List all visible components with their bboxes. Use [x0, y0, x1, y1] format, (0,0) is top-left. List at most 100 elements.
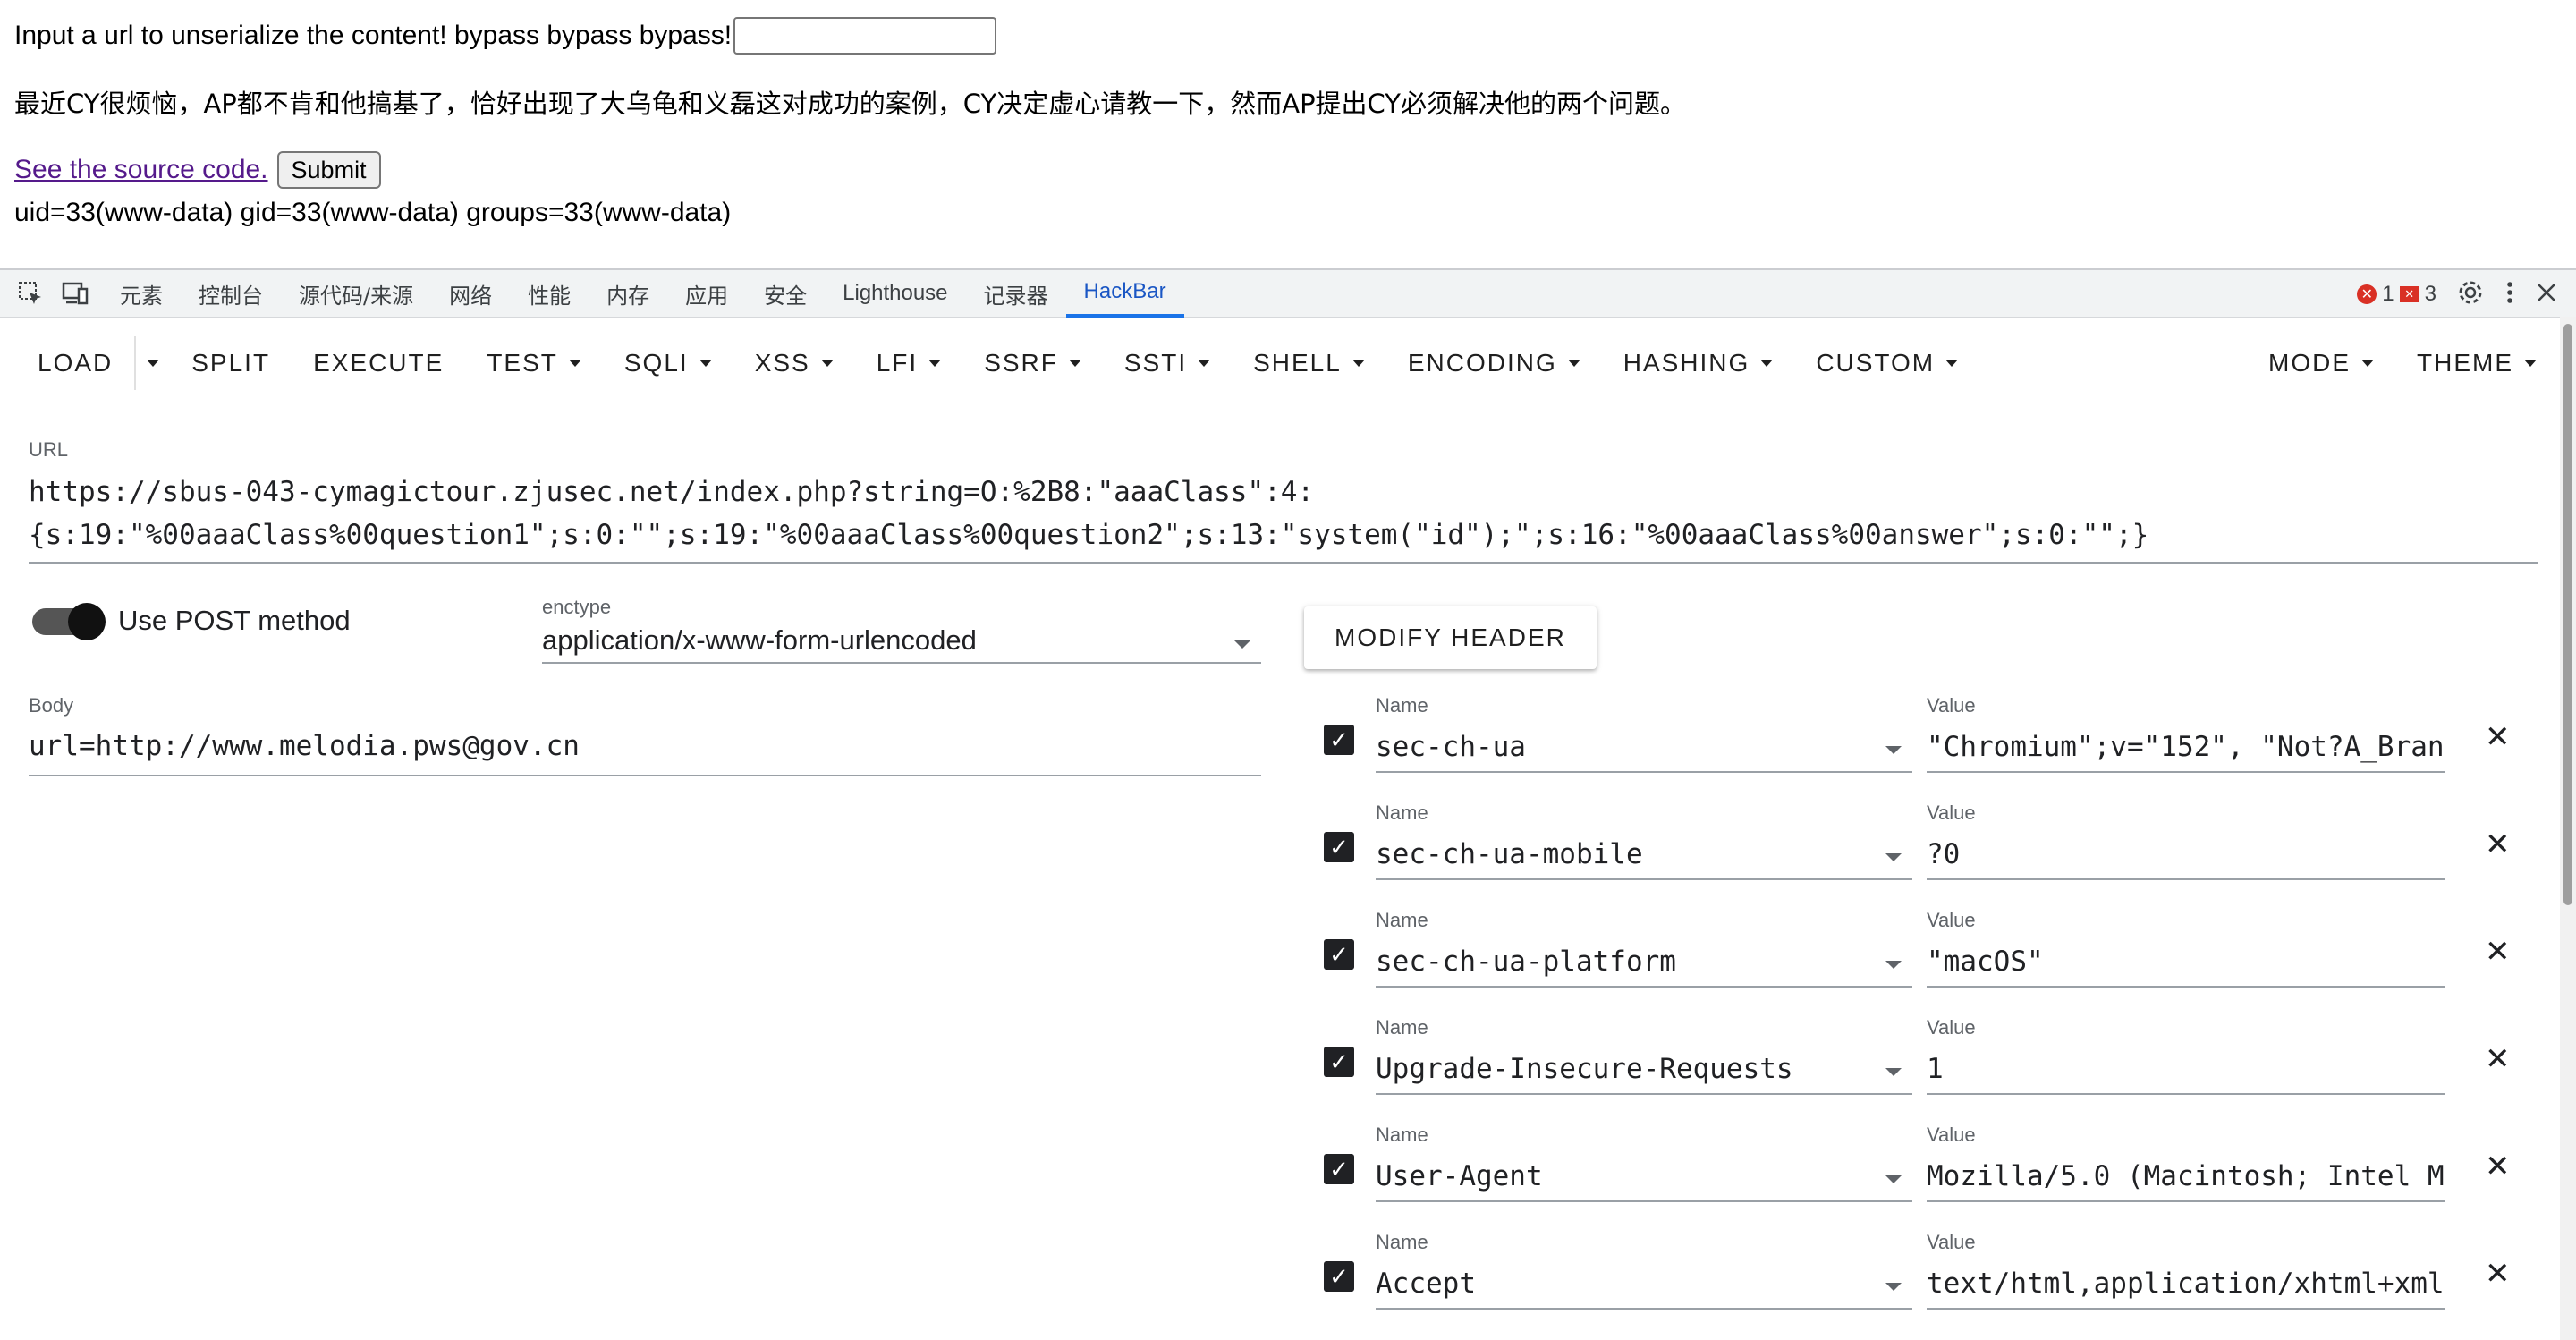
menu-hashing[interactable]: HASHING — [1602, 336, 1795, 390]
chevron-down-icon — [568, 360, 581, 367]
remove-header-icon[interactable]: ✕ — [2485, 934, 2511, 970]
menu-xss[interactable]: XSS — [733, 336, 855, 390]
load-dropdown-icon[interactable] — [136, 336, 170, 390]
error-badge[interactable]: ✕ 1 ✕ 3 — [2357, 282, 2436, 307]
url-label: URL — [29, 438, 69, 461]
source-code-link[interactable]: See the source code. — [14, 150, 268, 190]
load-button[interactable]: LOAD — [16, 336, 134, 390]
post-method-label: Use POST method — [118, 605, 351, 636]
header-name-input[interactable]: sec-ch-ua — [1376, 725, 1912, 773]
header-name-input[interactable]: Accept — [1376, 1261, 1912, 1310]
header-value-input[interactable]: Mozilla/5.0 (Macintosh; Intel M — [1927, 1154, 2445, 1202]
menu-ssrf[interactable]: SSRF — [962, 336, 1103, 390]
header-name-field: Name Accept — [1376, 1231, 1912, 1310]
name-label: Name — [1376, 694, 1428, 717]
header-value-input[interactable]: "macOS" — [1927, 939, 2445, 988]
header-name-input[interactable]: sec-ch-ua-platform — [1376, 939, 1912, 988]
menu-label: ENCODING — [1407, 349, 1557, 377]
header-enabled-checkbox[interactable]: ✓ — [1324, 1154, 1354, 1184]
header-enabled-checkbox[interactable]: ✓ — [1324, 1261, 1354, 1292]
body-field: Body url=http://www.melodia.pws@gov.cn — [29, 694, 1261, 776]
menu-encoding[interactable]: ENCODING — [1386, 336, 1602, 390]
menu-ssti[interactable]: SSTI — [1103, 336, 1232, 390]
menu-label: LFI — [876, 349, 919, 377]
header-value-field: Value Mozilla/5.0 (Macintosh; Intel M — [1927, 1124, 2445, 1202]
tab-console[interactable]: 控制台 — [181, 269, 281, 318]
header-enabled-checkbox[interactable]: ✓ — [1324, 725, 1354, 755]
header-row: ✓ Name sec-ch-ua-platform Value "macOS" … — [1320, 909, 2519, 1007]
header-name-input[interactable]: sec-ch-ua-mobile — [1376, 832, 1912, 880]
header-enabled-checkbox[interactable]: ✓ — [1324, 832, 1354, 862]
header-name-input[interactable]: User-Agent — [1376, 1154, 1912, 1202]
remove-header-icon[interactable]: ✕ — [2485, 1149, 2511, 1184]
header-value-input[interactable]: text/html,application/xhtml+xml — [1927, 1261, 2445, 1310]
url-textarea[interactable]: https://sbus-043-cymagictour.zjusec.net/… — [29, 471, 2538, 564]
dropdown-arrow-icon — [1885, 1068, 1902, 1076]
menu-label: SSRF — [984, 349, 1058, 377]
tab-application[interactable]: 应用 — [667, 269, 746, 318]
menu-sqli[interactable]: SQLI — [603, 336, 733, 390]
header-name-field: Name sec-ch-ua — [1376, 694, 1912, 773]
menu-label: THEME — [2417, 349, 2513, 377]
menu-label: CUSTOM — [1816, 349, 1936, 377]
split-button[interactable]: SPLIT — [170, 336, 292, 390]
devtools-panel: 元素 控制台 源代码/来源 网络 性能 内存 应用 安全 Lighthouse … — [0, 268, 2576, 1340]
remove-header-icon[interactable]: ✕ — [2485, 719, 2511, 755]
source-row: See the source code. Submit — [14, 150, 2562, 190]
header-enabled-checkbox[interactable]: ✓ — [1324, 1047, 1354, 1077]
settings-gear-icon[interactable] — [2456, 278, 2485, 311]
enctype-select[interactable]: application/x-www-form-urlencoded — [542, 624, 1261, 664]
remove-header-icon[interactable]: ✕ — [2485, 1256, 2511, 1292]
devtools-tab-strip: 元素 控制台 源代码/来源 网络 性能 内存 应用 安全 Lighthouse … — [0, 270, 2576, 318]
modify-header-button[interactable]: MODIFY HEADER — [1304, 606, 1597, 669]
close-devtools-icon[interactable] — [2535, 281, 2558, 309]
menu-mode[interactable]: MODE — [2247, 336, 2395, 390]
device-toolbar-icon[interactable] — [57, 276, 93, 311]
header-value-input[interactable]: "Chromium";v="152", "Not?A_Bran — [1927, 725, 2445, 773]
scrollbar-thumb[interactable] — [2563, 324, 2572, 905]
tab-recorder[interactable]: 记录器 — [966, 269, 1066, 318]
tab-sources[interactable]: 源代码/来源 — [281, 269, 431, 318]
tab-network[interactable]: 网络 — [431, 269, 510, 318]
url-field: URL https://sbus-043-cymagictour.zjusec.… — [29, 438, 2538, 564]
header-name-input[interactable]: Upgrade-Insecure-Requests — [1376, 1047, 1912, 1095]
execute-button[interactable]: EXECUTE — [292, 336, 465, 390]
remove-header-icon[interactable]: ✕ — [2485, 1041, 2511, 1077]
post-method-toggle[interactable] — [32, 603, 106, 640]
inspect-element-icon[interactable] — [13, 276, 48, 311]
chevron-down-icon — [820, 360, 834, 367]
remove-header-icon[interactable]: ✕ — [2485, 827, 2511, 862]
header-enabled-checkbox[interactable]: ✓ — [1324, 939, 1354, 970]
dropdown-arrow-icon — [1885, 1283, 1902, 1291]
menu-shell[interactable]: SHELL — [1232, 336, 1386, 390]
tab-elements[interactable]: 元素 — [102, 269, 181, 318]
menu-label: SSTI — [1123, 349, 1188, 377]
menu-custom[interactable]: CUSTOM — [1794, 336, 1979, 390]
tab-performance[interactable]: 性能 — [510, 269, 589, 318]
more-options-icon[interactable] — [2504, 279, 2515, 310]
menu-lfi[interactable]: LFI — [855, 336, 962, 390]
url-input[interactable] — [733, 17, 997, 55]
dropdown-arrow-icon — [1885, 1175, 1902, 1183]
tab-hackbar[interactable]: HackBar — [1065, 269, 1184, 318]
menu-test[interactable]: TEST — [465, 336, 603, 390]
tab-lighthouse[interactable]: Lighthouse — [825, 269, 965, 318]
chevron-down-icon — [1945, 360, 1959, 367]
header-name-text: User-Agent — [1376, 1160, 1543, 1192]
tab-security[interactable]: 安全 — [746, 269, 825, 318]
header-value-input[interactable]: ?0 — [1927, 832, 2445, 880]
url-line: {s:19:"%00aaaClass%00question1";s:0:"";s… — [29, 519, 2149, 551]
chevron-down-icon — [2524, 360, 2537, 367]
command-output: uid=33(www-data) gid=33(www-data) groups… — [14, 198, 732, 227]
header-value-field: Value "macOS" — [1927, 909, 2445, 988]
header-value-field: Value 1 — [1927, 1016, 2445, 1095]
story-text: 最近CY很烦恼，AP都不肯和他搞基了，恰好出现了大乌龟和义磊这对成功的案例，CY… — [14, 89, 1687, 119]
menu-theme[interactable]: THEME — [2395, 336, 2558, 390]
name-label: Name — [1376, 801, 1428, 824]
header-row: ✓ Name Upgrade-Insecure-Requests Value 1… — [1320, 1016, 2519, 1115]
tab-memory[interactable]: 内存 — [589, 269, 667, 318]
header-value-input[interactable]: 1 — [1927, 1047, 2445, 1095]
header-row: ✓ Name User-Agent Value Mozilla/5.0 (Mac… — [1320, 1124, 2519, 1222]
body-textarea[interactable]: url=http://www.melodia.pws@gov.cn — [29, 730, 1261, 776]
submit-button[interactable]: Submit — [276, 151, 381, 189]
